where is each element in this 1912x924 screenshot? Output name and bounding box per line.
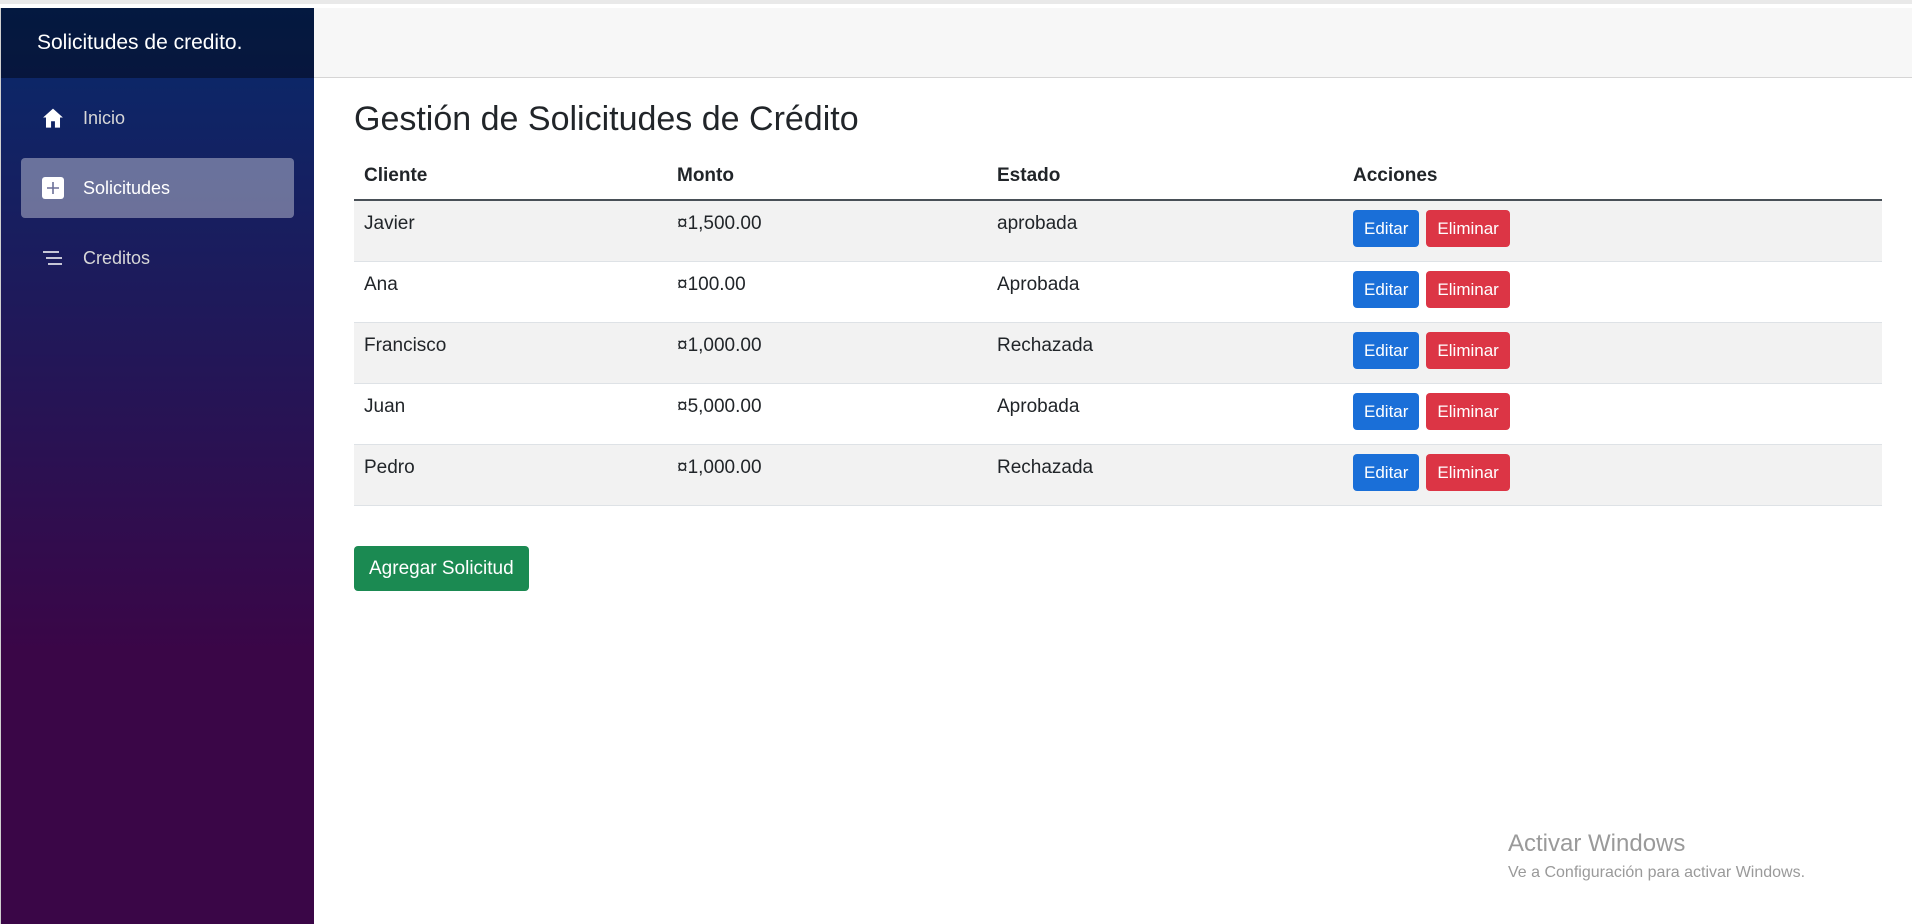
delete-button[interactable]: Eliminar <box>1426 332 1510 369</box>
header-monto: Monto <box>667 155 987 201</box>
plus-square-icon <box>41 176 65 200</box>
cell-cliente: Ana <box>354 261 667 323</box>
cell-monto: ¤1,500.00 <box>667 200 987 262</box>
cell-acciones: Editar Eliminar <box>1343 322 1882 384</box>
table-row: Francisco ¤1,000.00 Rechazada Editar Elim… <box>354 322 1882 384</box>
cell-monto: ¤1,000.00 <box>667 322 987 384</box>
top-bar <box>314 8 1912 78</box>
edit-button[interactable]: Editar <box>1353 210 1420 247</box>
sidebar-item-label: Creditos <box>83 247 151 268</box>
cell-acciones: Editar Eliminar <box>1343 444 1882 506</box>
cell-cliente: Francisco <box>354 322 667 384</box>
cell-estado: Aprobada <box>987 261 1343 323</box>
cell-monto: ¤5,000.00 <box>667 383 987 445</box>
edit-button[interactable]: Editar <box>1353 454 1420 491</box>
watermark-title: Activar Windows <box>1508 830 1686 857</box>
delete-button[interactable]: Eliminar <box>1426 210 1510 247</box>
add-request-button[interactable]: Agregar Solicitud <box>354 546 529 591</box>
app-frame: Solicitudes de credito. Inicio Solicitud… <box>0 0 1912 924</box>
activation-watermark: Activar Windows Ve a Configuración para … <box>1508 830 1805 882</box>
cell-estado: Aprobada <box>987 383 1343 445</box>
brand-title[interactable]: Solicitudes de credito. <box>1 8 314 78</box>
requests-table: Cliente Monto Estado Acciones Javier ¤1,… <box>354 155 1882 506</box>
sidebar-item-inicio[interactable]: Inicio <box>21 88 294 148</box>
edit-button[interactable]: Editar <box>1353 271 1420 308</box>
table-row: Javier ¤1,500.00 aprobada Editar Eliminar <box>354 200 1882 262</box>
cell-cliente: Juan <box>354 383 667 445</box>
delete-button[interactable]: Eliminar <box>1426 393 1510 430</box>
cell-acciones: Editar Eliminar <box>1343 383 1882 445</box>
cell-monto: ¤1,000.00 <box>667 444 987 506</box>
header-acciones: Acciones <box>1343 155 1882 201</box>
sidebar-nav: Inicio Solicitudes Creditos <box>1 88 314 288</box>
cell-estado: Rechazada <box>987 322 1343 384</box>
cell-cliente: Pedro <box>354 444 667 506</box>
sidebar-item-label: Solicitudes <box>83 177 171 198</box>
main-content: Gestión de Solicitudes de Crédito Client… <box>354 78 1882 591</box>
cell-acciones: Editar Eliminar <box>1343 261 1882 323</box>
watermark-subtitle: Ve a Configuración para activar Windows. <box>1508 864 1806 881</box>
list-icon <box>41 246 65 270</box>
header-cliente: Cliente <box>354 155 667 201</box>
table-row: Juan ¤5,000.00 Aprobada Editar Eliminar <box>354 383 1882 445</box>
home-icon <box>41 106 65 130</box>
cell-monto: ¤100.00 <box>667 261 987 323</box>
table-row: Ana ¤100.00 Aprobada Editar Eliminar <box>354 261 1882 323</box>
delete-button[interactable]: Eliminar <box>1426 454 1510 491</box>
cell-acciones: Editar Eliminar <box>1343 200 1882 262</box>
edit-button[interactable]: Editar <box>1353 332 1420 369</box>
sidebar: Solicitudes de credito. Inicio Solicitud… <box>0 8 314 924</box>
table-header-row: Cliente Monto Estado Acciones <box>354 155 1882 201</box>
table-row: Pedro ¤1,000.00 Rechazada Editar Eliminar <box>354 444 1882 506</box>
sidebar-item-label: Inicio <box>83 107 126 128</box>
delete-button[interactable]: Eliminar <box>1426 271 1510 308</box>
cell-cliente: Javier <box>354 200 667 262</box>
page-title: Gestión de Solicitudes de Crédito <box>354 100 859 138</box>
sidebar-item-creditos[interactable]: Creditos <box>21 228 294 288</box>
edit-button[interactable]: Editar <box>1353 393 1420 430</box>
cell-estado: Rechazada <box>987 444 1343 506</box>
sidebar-item-solicitudes[interactable]: Solicitudes <box>21 158 294 218</box>
header-estado: Estado <box>987 155 1343 201</box>
cell-estado: aprobada <box>987 200 1343 262</box>
